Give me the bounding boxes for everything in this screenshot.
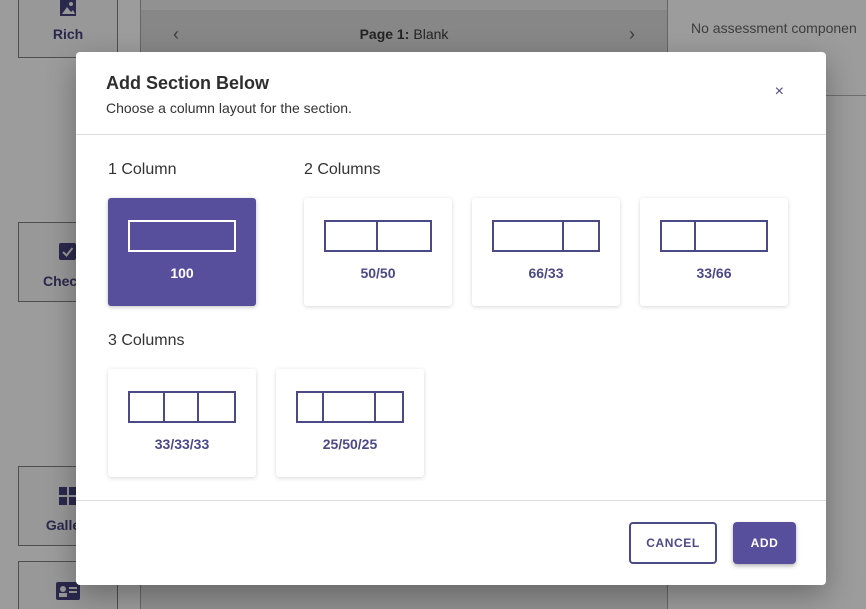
layout-option-100[interactable]: 100: [108, 198, 256, 306]
layout-option-33-66[interactable]: 33/66: [640, 198, 788, 306]
layout-preview: [128, 220, 236, 252]
group-label-1-column: 1 Column: [108, 161, 177, 178]
layout-preview: [296, 391, 404, 423]
layout-option-label: 25/50/25: [322, 436, 378, 452]
dialog-footer: CANCEL ADD: [76, 500, 826, 585]
dialog-subtitle: Choose a column layout for the section.: [106, 100, 352, 116]
close-icon[interactable]: ×: [775, 84, 784, 100]
layout-option-66-33[interactable]: 66/33: [472, 198, 620, 306]
layout-option-25-50-25[interactable]: 25/50/25: [276, 369, 424, 477]
layout-preview: [492, 220, 600, 252]
layout-option-label: 33/66: [696, 265, 732, 281]
layout-option-label: 33/33/33: [154, 436, 210, 452]
layout-preview: [128, 391, 236, 423]
layout-option-label: 50/50: [360, 265, 396, 281]
layout-preview: [660, 220, 768, 252]
dialog-title: Add Section Below: [106, 73, 270, 93]
group-label-2-columns: 2 Columns: [304, 161, 381, 178]
layout-option-label: 66/33: [528, 265, 564, 281]
layout-option-50-50[interactable]: 50/50: [304, 198, 452, 306]
layout-option-label: 100: [170, 265, 194, 281]
layout-option-33-33-33[interactable]: 33/33/33: [108, 369, 256, 477]
group-label-3-columns: 3 Columns: [108, 332, 185, 349]
add-button[interactable]: ADD: [733, 522, 796, 564]
cancel-button[interactable]: CANCEL: [629, 522, 717, 564]
add-section-dialog: Add Section Below Choose a column layout…: [76, 52, 826, 585]
layout-preview: [324, 220, 432, 252]
dialog-header: Add Section Below Choose a column layout…: [76, 52, 826, 135]
